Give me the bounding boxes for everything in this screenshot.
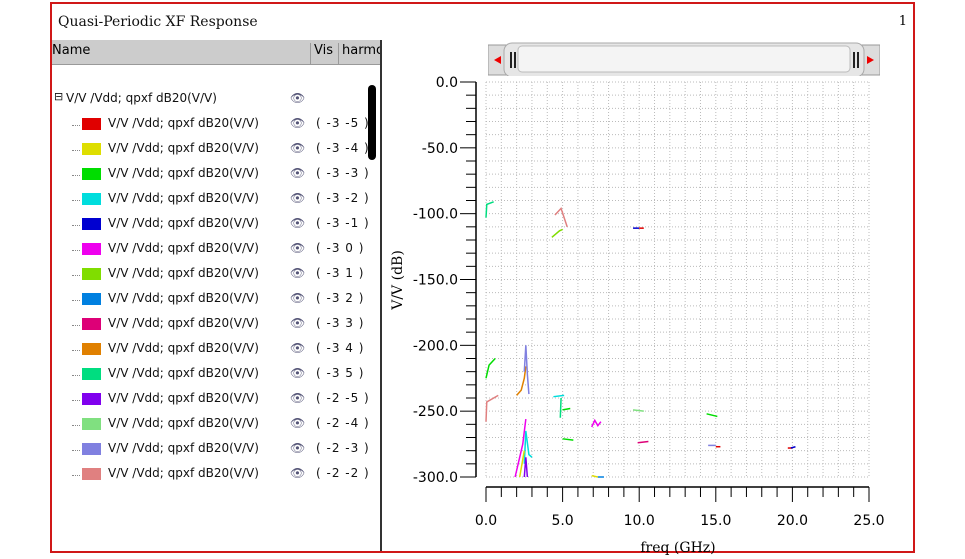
x-tick-label: 0.0 bbox=[475, 513, 497, 529]
x-tick-label: 10.0 bbox=[624, 513, 655, 529]
trace-segment[interactable] bbox=[485, 394, 499, 422]
x-axis-label: freq (GHz) bbox=[640, 540, 715, 556]
trace-segment[interactable] bbox=[637, 440, 649, 444]
x-tick-label: 5.0 bbox=[551, 513, 573, 529]
y-tick-label: -300.0 bbox=[413, 470, 458, 486]
trace-segment[interactable] bbox=[562, 407, 571, 411]
y-tick-label: -100.0 bbox=[413, 207, 458, 223]
trace-segment[interactable] bbox=[485, 357, 496, 379]
trace-segment[interactable] bbox=[790, 445, 796, 449]
y-tick-label: -150.0 bbox=[413, 273, 458, 289]
trace-segment[interactable] bbox=[551, 228, 563, 238]
x-tick-label: 25.0 bbox=[853, 513, 884, 529]
x-tick-label: 15.0 bbox=[700, 513, 731, 529]
y-tick-label: 0.0 bbox=[436, 75, 458, 91]
trace-segment[interactable] bbox=[559, 397, 562, 418]
trace-segment[interactable] bbox=[554, 206, 568, 228]
y-axis-label: V/V (dB) bbox=[390, 250, 406, 311]
y-tick-label: -50.0 bbox=[422, 141, 458, 157]
x-tick-label: 20.0 bbox=[777, 513, 808, 529]
y-tick-label: -250.0 bbox=[413, 404, 458, 420]
trace-segment[interactable] bbox=[632, 409, 644, 412]
qpxf-chart[interactable]: 0.0 -50.0 -100.0 -150.0 -200.0 -250.0 -300.0 0.… bbox=[0, 0, 965, 559]
trace-segment[interactable] bbox=[553, 394, 565, 398]
trace-segment[interactable] bbox=[591, 474, 598, 478]
trace-segment[interactable] bbox=[562, 438, 574, 441]
trace-segment[interactable] bbox=[523, 345, 530, 395]
y-tick-label: -200.0 bbox=[413, 338, 458, 354]
trace-segment[interactable] bbox=[485, 201, 494, 218]
